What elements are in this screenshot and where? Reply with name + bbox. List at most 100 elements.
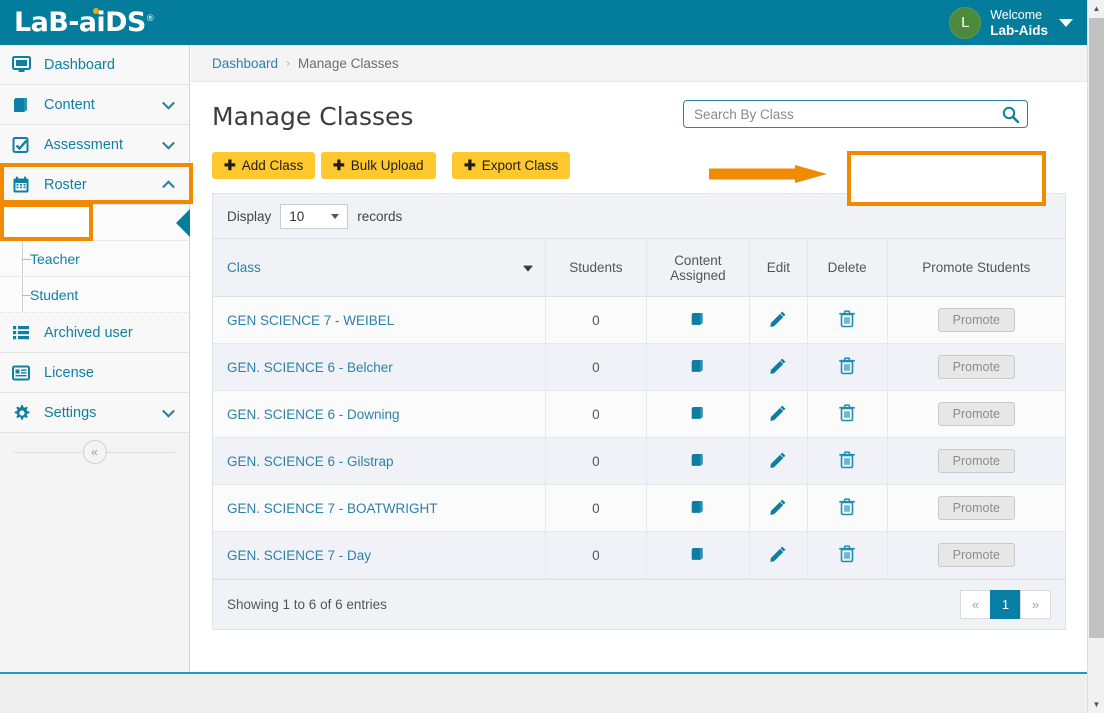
class-name-link[interactable]: GEN. SCIENCE 7 - BOATWRIGHT <box>227 501 438 516</box>
lab-aids-logo[interactable]: LaB-aiDS® <box>14 9 154 36</box>
cell-students: 0 <box>546 344 646 391</box>
plus-icon: ✚ <box>333 157 345 174</box>
sidebar-item-student[interactable]: Student <box>0 277 189 313</box>
promote-button[interactable]: Promote <box>938 449 1015 473</box>
trash-icon[interactable] <box>839 310 855 328</box>
scroll-down-arrow-icon[interactable]: ▼ <box>1088 696 1104 713</box>
cell-class: GEN. SCIENCE 7 - Day <box>213 532 546 579</box>
sidebar-item-dashboard[interactable]: Dashboard <box>0 45 189 85</box>
sidebar-item-teacher[interactable]: Teacher <box>0 241 189 277</box>
class-name-link[interactable]: GEN. SCIENCE 6 - Belcher <box>227 360 393 375</box>
book-icon[interactable] <box>690 499 706 514</box>
column-header-class[interactable]: Class <box>213 239 546 297</box>
promote-button[interactable]: Promote <box>938 543 1015 567</box>
book-icon[interactable] <box>690 405 706 420</box>
pencil-icon[interactable] <box>769 498 787 516</box>
page-size-select[interactable]: 10 <box>280 204 348 229</box>
pencil-icon[interactable] <box>769 451 787 469</box>
pagination-next-button[interactable]: » <box>1020 590 1051 619</box>
search-input[interactable] <box>684 107 993 122</box>
pagination-page-1-button[interactable]: 1 <box>990 590 1021 619</box>
end-school-session-label: End School Session <box>902 159 1023 174</box>
tree-tick <box>22 259 31 260</box>
sidebar-item-settings[interactable]: Settings <box>0 393 189 433</box>
page-size-value: 10 <box>289 209 304 224</box>
vertical-scrollbar[interactable]: ▲ ▼ <box>1087 0 1104 713</box>
promote-button[interactable]: Promote <box>938 402 1015 426</box>
chevron-down-icon[interactable] <box>162 136 175 149</box>
sidebar-item-archived-user[interactable]: Archived user <box>0 313 189 353</box>
showing-entries-text: Showing 1 to 6 of 6 entries <box>227 597 387 612</box>
table-row: GEN SCIENCE 7 - WEIBEL0Promote <box>213 297 1065 344</box>
add-class-button[interactable]: ✚ Add Class <box>212 152 315 179</box>
breadcrumb-separator: › <box>286 56 290 70</box>
column-header-delete: Delete <box>807 239 887 297</box>
class-name-link[interactable]: GEN SCIENCE 7 - WEIBEL <box>227 313 394 328</box>
sidebar-item-label: License <box>44 365 94 381</box>
trash-icon[interactable] <box>839 498 855 516</box>
pencil-icon[interactable] <box>769 310 787 328</box>
book-icon <box>12 96 38 113</box>
sidebar-navigation: Dashboard Content Assessment Roster <box>0 45 190 673</box>
cell-students: 0 <box>546 391 646 438</box>
table-head: Class Students Content Assigned Edit Del… <box>213 239 1065 297</box>
promote-button[interactable]: Promote <box>938 355 1015 379</box>
breadcrumb: Dashboard › Manage Classes <box>191 45 1087 82</box>
search-box[interactable] <box>683 100 1028 128</box>
logo-orange-dot <box>93 8 99 14</box>
promote-button[interactable]: Promote <box>938 496 1015 520</box>
cell-content-assigned <box>646 485 750 532</box>
export-class-button[interactable]: ✚ Export Class <box>452 152 570 179</box>
calendar-icon <box>12 176 38 194</box>
chevron-down-icon[interactable] <box>1059 19 1073 27</box>
sidebar-item-assessment[interactable]: Assessment <box>0 125 189 165</box>
chevron-down-icon[interactable] <box>162 404 175 417</box>
search-icon[interactable] <box>993 106 1027 123</box>
class-name-link[interactable]: GEN. SCIENCE 6 - Downing <box>227 407 400 422</box>
class-name-link[interactable]: GEN. SCIENCE 6 - Gilstrap <box>227 454 394 469</box>
breadcrumb-dashboard-link[interactable]: Dashboard <box>212 56 278 71</box>
pagination-prev-button[interactable]: « <box>960 590 991 619</box>
pagination: « 1 » <box>961 590 1051 619</box>
column-header-students: Students <box>546 239 646 297</box>
cell-delete <box>807 485 887 532</box>
bulk-upload-button[interactable]: ✚ Bulk Upload <box>321 152 436 179</box>
chevron-down-icon[interactable] <box>162 96 175 109</box>
book-icon[interactable] <box>690 311 706 326</box>
book-icon[interactable] <box>690 546 706 561</box>
sidebar-subitem-label: Teacher <box>30 251 80 267</box>
sidebar-item-roster[interactable]: Roster <box>0 165 189 205</box>
book-icon[interactable] <box>690 452 706 467</box>
export-class-label: Export Class <box>482 158 559 173</box>
classes-table-panel: Display 10 records Class Students <box>212 193 1066 630</box>
table-row: GEN. SCIENCE 6 - Gilstrap0Promote <box>213 438 1065 485</box>
chevron-down-icon <box>331 214 339 219</box>
welcome-block: Welcome Lab-Aids <box>990 7 1048 39</box>
cell-content-assigned <box>646 391 750 438</box>
book-icon[interactable] <box>690 358 706 373</box>
trash-icon[interactable] <box>839 404 855 422</box>
scroll-up-arrow-icon[interactable]: ▲ <box>1088 0 1104 17</box>
trash-icon[interactable] <box>839 357 855 375</box>
cell-delete <box>807 344 887 391</box>
scrollbar-thumb[interactable] <box>1089 18 1104 638</box>
sidebar-item-content[interactable]: Content <box>0 85 189 125</box>
column-header-promote-students: Promote Students <box>887 239 1065 297</box>
sidebar-item-license[interactable]: License <box>0 353 189 393</box>
class-name-link[interactable]: GEN. SCIENCE 7 - Day <box>227 548 371 563</box>
logo-trademark: ® <box>146 14 154 24</box>
user-menu[interactable]: L Welcome Lab-Aids <box>949 0 1073 45</box>
table-header-row: Class Students Content Assigned Edit Del… <box>213 239 1065 297</box>
trash-icon[interactable] <box>839 545 855 563</box>
cell-content-assigned <box>646 438 750 485</box>
plus-icon: ✚ <box>224 157 236 174</box>
sidebar-item-class[interactable]: » Class <box>0 205 189 241</box>
end-school-session-button[interactable]: ✚ End School Session <box>872 153 1035 180</box>
pencil-icon[interactable] <box>769 357 787 375</box>
pencil-icon[interactable] <box>769 545 787 563</box>
promote-button[interactable]: Promote <box>938 308 1015 332</box>
chevron-up-icon[interactable] <box>162 180 175 193</box>
collapse-sidebar-button[interactable]: « <box>83 440 107 464</box>
trash-icon[interactable] <box>839 451 855 469</box>
pencil-icon[interactable] <box>769 404 787 422</box>
